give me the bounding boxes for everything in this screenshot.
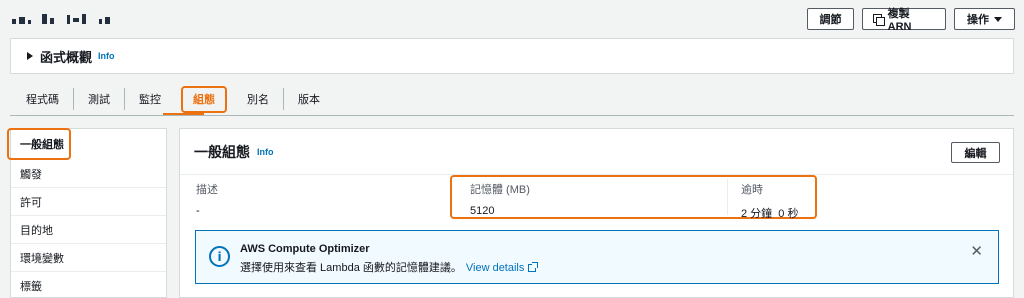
timeout-value: 2 分鐘 0 秒 xyxy=(741,208,799,220)
compute-optimizer-alert: i AWS Compute Optimizer 選擇使用來查看 Lambda 函… xyxy=(195,230,999,284)
sidenav-item-label: 標籤 xyxy=(20,280,42,293)
top-bar: 調節 複製 ARN 操作 xyxy=(0,0,1024,36)
sidenav-item-label: 許可 xyxy=(20,196,42,209)
alert-title: AWS Compute Optimizer xyxy=(240,243,370,255)
memory-field: 記憶體 (MB) 5120 xyxy=(470,181,530,217)
timeout-field: 逾時 2 分鐘 0 秒 xyxy=(741,181,798,221)
info-icon: i xyxy=(209,246,230,267)
description-field: 描述 - xyxy=(196,181,218,217)
description-label: 描述 xyxy=(196,184,218,196)
panel-header: 一般組態 Info 編輯 xyxy=(180,129,1013,175)
sidenav-item-label: 環境變數 xyxy=(20,252,64,265)
sidenav-item-general[interactable]: 一般組態 xyxy=(7,128,71,160)
panel-info-link[interactable]: Info xyxy=(257,147,274,157)
copy-arn-label: 複製 ARN xyxy=(887,8,912,33)
field-separator xyxy=(727,179,728,215)
tab-test[interactable]: 測試 xyxy=(73,88,124,110)
overview-info-link[interactable]: Info xyxy=(98,51,115,61)
sidenav-item-label: 目的地 xyxy=(20,224,53,237)
view-details-link[interactable]: View details xyxy=(465,262,539,274)
adjust-button-label: 調節 xyxy=(819,14,842,26)
tab-versions-label: 版本 xyxy=(298,94,320,106)
edit-button[interactable]: 編輯 xyxy=(951,142,1000,163)
tab-aliases[interactable]: 別名 xyxy=(233,88,283,110)
sidenav-item-triggers[interactable]: 觸發 xyxy=(11,160,166,188)
tab-code-label: 程式碼 xyxy=(26,94,59,106)
tab-code[interactable]: 程式碼 xyxy=(10,88,73,110)
sidenav-item-environment-variables[interactable]: 環境變數 xyxy=(11,244,166,272)
tab-test-label: 測試 xyxy=(88,94,110,106)
tab-monitor[interactable]: 監控 xyxy=(124,88,175,110)
external-link-icon xyxy=(528,262,539,272)
tabs-divider xyxy=(10,115,1014,116)
panel-title: 一般組態 xyxy=(194,143,250,160)
edit-button-label: 編輯 xyxy=(964,147,987,160)
adjust-button[interactable]: 調節 xyxy=(807,8,854,30)
description-value: - xyxy=(196,205,200,217)
copy-icon xyxy=(873,14,885,26)
function-overview-section[interactable]: 函式概觀 Info xyxy=(10,38,1014,74)
close-icon[interactable]: ✕ xyxy=(970,242,983,260)
function-name-redacted xyxy=(12,9,110,25)
function-tabs: 程式碼 測試 監控 組態 別名 版本 xyxy=(10,84,1014,114)
copy-arn-button[interactable]: 複製 ARN xyxy=(862,8,946,33)
tab-configuration[interactable]: 組態 xyxy=(181,85,227,113)
caret-down-icon xyxy=(994,16,1002,22)
timeout-label: 逾時 xyxy=(741,184,763,196)
configuration-sidenav: 一般組態 觸發 許可 目的地 環境變數 標籤 xyxy=(7,128,167,298)
tab-versions[interactable]: 版本 xyxy=(283,88,334,110)
overview-title: 函式概觀 xyxy=(40,49,93,65)
sidenav-item-label: 一般組態 xyxy=(20,139,64,151)
actions-dropdown-button[interactable]: 操作 xyxy=(954,8,1015,30)
tab-configuration-label: 組態 xyxy=(193,94,215,106)
alert-text-row: 選擇使用來查看 Lambda 函數的記憶體建議。 View details xyxy=(240,259,539,275)
view-details-label: View details xyxy=(465,262,525,274)
sidenav-item-label: 觸發 xyxy=(20,168,42,181)
tab-aliases-label: 別名 xyxy=(247,94,269,106)
alert-message: 選擇使用來查看 Lambda 函數的記憶體建議。 xyxy=(240,262,462,274)
sidenav-item-tags[interactable]: 標籤 xyxy=(11,272,166,298)
memory-value: 5120 xyxy=(470,205,495,217)
sidenav-item-permissions[interactable]: 許可 xyxy=(11,188,166,216)
sidenav-item-destinations[interactable]: 目的地 xyxy=(11,216,166,244)
memory-label: 記憶體 (MB) xyxy=(470,184,530,196)
general-configuration-panel: 一般組態 Info 編輯 描述 - 記憶體 (MB) 5120 逾時 2 分鐘 … xyxy=(179,128,1014,298)
active-tab-underline xyxy=(163,113,204,115)
actions-label: 操作 xyxy=(967,14,989,26)
tab-monitor-label: 監控 xyxy=(139,94,161,106)
expand-caret-icon[interactable] xyxy=(27,52,33,60)
